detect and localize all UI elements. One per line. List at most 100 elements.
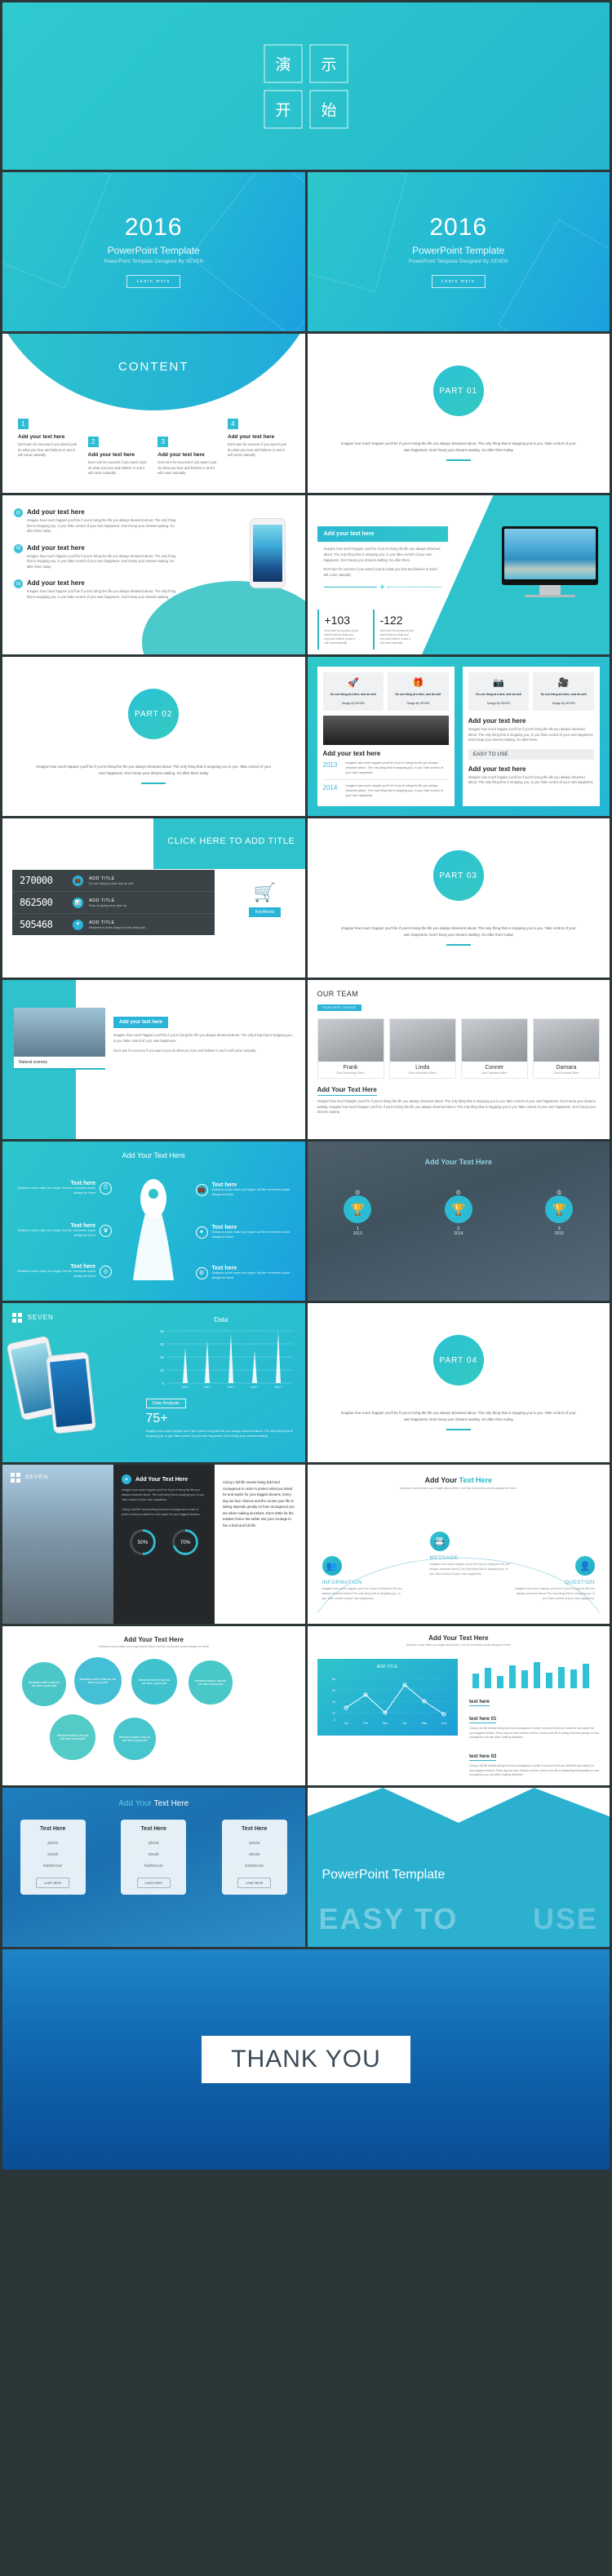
bubble[interactable]: Memories made to that you can have a goo…	[50, 1714, 95, 1760]
icon-card-left: 🚀 Do one thing at a time, and do well De…	[317, 667, 455, 806]
nature-photo	[14, 1008, 105, 1057]
rocket-item[interactable]: Text here Distance could make you forget…	[14, 1223, 112, 1239]
slide-part-02[interactable]: PART 02 Imagine how much happier you'll …	[2, 657, 305, 816]
phone-item-number: 02	[14, 543, 23, 553]
nature-body: Imagine how much happier you'll be if yo…	[113, 1033, 293, 1043]
phone-item-number: 03	[14, 579, 23, 589]
learn-more-button[interactable]: Learn More	[36, 1878, 70, 1888]
slide-linechart[interactable]: Add Your Text Here Distance could make y…	[307, 1626, 610, 1785]
rocket-item[interactable]: Text here Distance could make you forget…	[14, 1264, 112, 1279]
slide-phone[interactable]: 01 Add your text here Imagine how much h…	[2, 495, 305, 654]
learn-more-button[interactable]: Learn More	[237, 1878, 272, 1888]
dark-stat-row[interactable]: 270000 💼 ADD TITLE Do one thing at a tim…	[12, 870, 215, 892]
slide-curve[interactable]: Add Your Text Here Distance could make y…	[307, 1465, 610, 1624]
rocket-item[interactable]: 💼 Text here Distance could make you forg…	[195, 1182, 294, 1198]
card-body: Imagine how much happier you'll be if yo…	[317, 542, 448, 597]
award-item[interactable]: ♔ 🏆 1 2013	[344, 1189, 372, 1236]
award-item[interactable]: ♔ 🏆 2 2014	[444, 1189, 472, 1236]
pricing-card[interactable]: Text Here pizza steak barbecue Learn Mor…	[20, 1820, 86, 1895]
pricing-card[interactable]: Text Here pizza steak barbecue Learn Mor…	[121, 1820, 187, 1895]
award-item[interactable]: ♔ 🏆 3 2015	[545, 1189, 574, 1236]
slide-bubbles[interactable]: Add Your Text Here Distance could make y…	[2, 1626, 305, 1785]
slide-year-a[interactable]: 2016 PowerPoint Template PowerPoint Temp…	[2, 172, 305, 331]
svg-text:Add Y: Add Y	[181, 1386, 188, 1389]
rocket-heading: Text here	[211, 1266, 237, 1271]
content-item[interactable]: 1 Add your text here Don't aim for succe…	[14, 419, 84, 477]
slide-rocket[interactable]: Add Your Text Here Text here Distance co…	[2, 1142, 305, 1301]
slide-thank-you[interactable]: THANK YOU	[2, 1949, 610, 2170]
bubble[interactable]: Memories made to that you can have a goo…	[22, 1662, 66, 1706]
timeline-body: Imagine how much happier you'll be if yo…	[345, 761, 443, 774]
slide-chart[interactable]: SEVEN Data 40 30 20 10 0 Add Y Add Y Add…	[2, 1303, 305, 1462]
learn-more-button[interactable]: Learn more	[431, 275, 486, 288]
icon-tile[interactable]: 🚀 Do one thing at a time, and do well De…	[322, 672, 384, 712]
learn-more-button[interactable]: Learn more	[126, 275, 181, 288]
rocket-item[interactable]: ♥ Text here Distance could make you forg…	[195, 1225, 294, 1240]
content-item[interactable]: 4 Add your text here Don't aim for succe…	[224, 419, 294, 477]
slide-awards[interactable]: Add Your Text Here ♔ 🏆 1 2013 ♔ 🏆 2 2014…	[307, 1142, 610, 1301]
part-circle: PART 02	[128, 689, 180, 740]
dark-stats-title: CLICK HERE TO ADD TITLE	[167, 836, 295, 846]
slide-year-b[interactable]: 2016 PowerPoint Template PowerPoint Temp…	[307, 172, 610, 331]
slide-part-03[interactable]: PART 03 Imagine how much happier you'll …	[307, 818, 610, 978]
icon-tile[interactable]: 🎁 Do one thing at a time, and do well De…	[388, 672, 449, 712]
slide-content[interactable]: CONTENT 1 Add your text here Don't aim f…	[2, 334, 305, 493]
row-year-slides: 2016 PowerPoint Template PowerPoint Temp…	[0, 172, 612, 334]
bubble[interactable]: Memories made to that you can have a goo…	[113, 1718, 156, 1760]
row-phone-monitor: 01 Add your text here Imagine how much h…	[0, 495, 612, 657]
content-item[interactable]: 3 Add your text here Don't aim for succe…	[153, 419, 224, 477]
icon-tile[interactable]: 📷 Do one thing at a time, and do well De…	[468, 672, 530, 712]
phone-mockup	[249, 518, 286, 588]
slide-dark-stats[interactable]: CLICK HERE TO ADD TITLE 270000 💼 ADD TIT…	[2, 818, 305, 978]
slide-team[interactable]: OUR TEAM YOUR BEST CHOOSE Frank Chief Te…	[307, 980, 610, 1139]
slide-mountain[interactable]: SEVEN ✦ Add Your Text Here Imagine how m…	[2, 1465, 305, 1624]
icon-tile[interactable]: 🎥 Do one thing at a time, and do well De…	[533, 672, 594, 712]
keyword-card[interactable]: 🛒 KeyWords	[236, 877, 294, 924]
rocket-item[interactable]: ⚙ Text here Distance could make you forg…	[195, 1266, 294, 1281]
nature-photo-card: Natural scenery	[14, 1008, 105, 1070]
line-chart-title: ADD TITLE	[376, 1665, 398, 1669]
icon-row: 📷 Do one thing at a time, and do well De…	[468, 672, 594, 712]
monitor-stand	[539, 585, 561, 595]
slide-easy-to-use[interactable]: EASY TO USE PowerPoint Template	[307, 1788, 610, 1947]
dark-stat-row[interactable]: 505468 ▼ ADD TITLE Whatever is worth doi…	[12, 914, 215, 935]
curve-node[interactable]: 👥 INFORMATION Imagine how much happier y…	[322, 1556, 404, 1601]
slide-pricing[interactable]: Add Your Text Here Text Here pizza steak…	[2, 1788, 305, 1947]
keyword-button[interactable]: KeyWords	[249, 907, 281, 917]
team-member[interactable]: Linda Chief Information Officer	[388, 1018, 456, 1079]
phone-item[interactable]: 01 Add your text here Imagine how much h…	[14, 508, 177, 534]
curve-node[interactable]: 📇 MESSAGE Imagine how much happier you'l…	[429, 1532, 512, 1576]
phone-item[interactable]: 03 Add your text here Imagine how much h…	[14, 579, 177, 600]
slide-part-04[interactable]: PART 04 Imagine how much happier you'll …	[307, 1303, 610, 1462]
rocket-item[interactable]: Text here Distance could make you forget…	[14, 1181, 112, 1196]
team-member[interactable]: Damara Chief Financial Officer	[532, 1018, 600, 1079]
dark-stat-title: ADD TITLE	[89, 876, 115, 881]
phone-item[interactable]: 02 Add your text here Imagine how much h…	[14, 543, 177, 570]
slide-part-01[interactable]: PART 01 Imagine how much happier you'll …	[307, 334, 610, 493]
team-bottom-body: Imagine how much happier you'll be if yo…	[317, 1099, 596, 1115]
dark-stat-row[interactable]: 862500 📊 ADD TITLE Keep on going never g…	[12, 892, 215, 914]
pricing-card[interactable]: Text Here pizza steak barbecue Learn Mor…	[221, 1820, 287, 1895]
bubble[interactable]: Memories made to that you can have a goo…	[188, 1660, 233, 1705]
curve-node[interactable]: 👤 QUESTION Imagine how much happier you'…	[513, 1556, 595, 1601]
line-chart: ADD TITLE 8K 6K 4K 2K 0 Jan Feb Mar Apr …	[317, 1659, 458, 1736]
curve-title-b: Text Here	[459, 1476, 493, 1484]
section-body: Living a full life means being bold and …	[469, 1727, 600, 1740]
bar-chart-label: text here	[469, 1700, 490, 1706]
thank-you-panel: THANK YOU	[202, 2036, 410, 2083]
year-byline: PowerPoint Template Designed By SEVEN	[104, 259, 204, 264]
learn-more-button[interactable]: Learn More	[136, 1878, 171, 1888]
slide-icon-cards[interactable]: 🚀 Do one thing at a time, and do well De…	[307, 657, 610, 816]
team-member[interactable]: Frank Chief Technology Officer	[317, 1018, 384, 1079]
slide-cover[interactable]: 演 示 开 始	[2, 2, 610, 170]
bubble[interactable]: Memories made to that you can have a goo…	[74, 1657, 122, 1705]
camera-icon: 📷	[493, 678, 504, 688]
content-item[interactable]: 2 Add your text here Don't aim for succe…	[84, 419, 154, 477]
row-cover: 演 示 开 始	[0, 2, 612, 172]
easy-word-1: EASY TO	[318, 1902, 459, 1935]
slide-monitor[interactable]: Add your text here Imagine how much happ…	[307, 495, 610, 654]
svg-text:Mar: Mar	[383, 1722, 388, 1725]
slide-nature[interactable]: Natural scenery Add your text here Imagi…	[2, 980, 305, 1139]
team-member[interactable]: Conner Chief Operated Officer	[460, 1018, 528, 1079]
bubble[interactable]: Memories made to that you can have a goo…	[131, 1659, 177, 1705]
